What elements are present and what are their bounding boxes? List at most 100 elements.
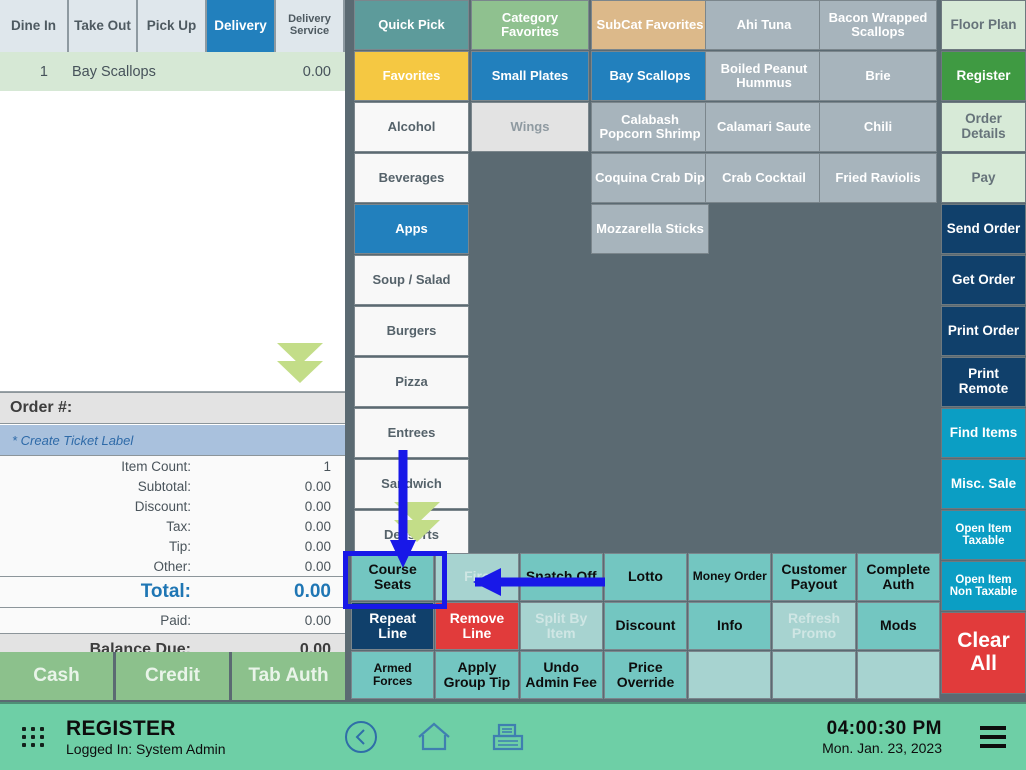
totals-label: Subtotal: bbox=[137, 478, 191, 494]
hamburger-menu-icon[interactable] bbox=[980, 726, 1026, 748]
order-panel: Dine In Take Out Pick Up Delivery Delive… bbox=[0, 0, 348, 700]
item-boiled-peanut-hummus[interactable]: Boiled Peanut Hummus bbox=[705, 51, 823, 101]
totals-value: 0.00 bbox=[304, 498, 331, 514]
item-bay-scallops[interactable]: Bay Scallops bbox=[591, 51, 709, 101]
item-fried-raviolis[interactable]: Fried Raviolis bbox=[819, 153, 937, 203]
send-order-button[interactable]: Send Order bbox=[941, 204, 1026, 254]
item-crab-cocktail[interactable]: Crab Cocktail bbox=[705, 153, 823, 203]
totals-row-item-count: Item Count: 1 bbox=[0, 456, 345, 476]
find-items-button[interactable]: Find Items bbox=[941, 408, 1026, 458]
double-chevron-down-icon[interactable] bbox=[277, 343, 323, 383]
action-sidebar: Floor Plan Register Order Details Pay Se… bbox=[941, 0, 1026, 700]
complete-auth-button[interactable]: Complete Auth bbox=[856, 553, 940, 601]
home-icon[interactable] bbox=[416, 720, 452, 754]
logged-in-label: Logged In: System Admin bbox=[66, 741, 226, 757]
lock-icon[interactable] bbox=[952, 720, 980, 754]
refresh-promo-button: Refresh Promo bbox=[772, 602, 856, 650]
function-row-3: Armed Forces Apply Group Tip Undo Admin … bbox=[351, 651, 940, 699]
item-calamari-saute[interactable]: Calamari Saute bbox=[705, 102, 823, 152]
money-order-button[interactable]: Money Order bbox=[688, 553, 772, 601]
category-beverages[interactable]: Beverages bbox=[354, 153, 469, 203]
category-quick-pick[interactable]: Quick Pick bbox=[354, 0, 469, 50]
total-label: Total: bbox=[140, 581, 191, 602]
cash-button[interactable]: Cash bbox=[0, 652, 116, 700]
get-order-button[interactable]: Get Order bbox=[941, 255, 1026, 305]
order-type-tab-take-out[interactable]: Take Out bbox=[69, 0, 138, 52]
totals-value: 0.00 bbox=[304, 478, 331, 494]
paid-value: 0.00 bbox=[304, 613, 331, 628]
order-line-price: 0.00 bbox=[302, 63, 331, 80]
price-override-button[interactable]: Price Override bbox=[603, 651, 688, 699]
function-row-2: Repeat Line Remove Line Split By Item Di… bbox=[351, 602, 940, 650]
lotto-button[interactable]: Lotto bbox=[603, 553, 688, 601]
repeat-line-button[interactable]: Repeat Line bbox=[351, 602, 435, 650]
category-alcohol[interactable]: Alcohol bbox=[354, 102, 469, 152]
discount-button[interactable]: Discount bbox=[603, 602, 688, 650]
create-ticket-label-button[interactable]: * Create Ticket Label bbox=[0, 425, 345, 456]
category-apps[interactable]: Apps bbox=[354, 204, 469, 254]
totals-label: Tip: bbox=[168, 538, 191, 554]
apply-group-tip-button[interactable]: Apply Group Tip bbox=[435, 651, 519, 699]
item-subcat-favorites[interactable]: SubCat Favorites bbox=[591, 0, 709, 50]
subcategory-column: Category Favorites Small Plates Wings bbox=[471, 0, 589, 153]
totals-row-tax: Tax: 0.00 bbox=[0, 516, 345, 536]
credit-button[interactable]: Credit bbox=[116, 652, 232, 700]
subcategory-category-favorites[interactable]: Category Favorites bbox=[471, 0, 589, 50]
pos-register-screen: Dine In Take Out Pick Up Delivery Delive… bbox=[0, 0, 1026, 770]
mods-button[interactable]: Mods bbox=[856, 602, 940, 650]
category-pizza[interactable]: Pizza bbox=[354, 357, 469, 407]
payment-buttons: Cash Credit Tab Auth bbox=[0, 652, 345, 700]
current-date: Mon. Jan. 23, 2023 bbox=[822, 740, 942, 756]
paid-label: Paid: bbox=[160, 613, 191, 628]
order-number-label: Order #: bbox=[0, 392, 345, 424]
remove-line-button[interactable]: Remove Line bbox=[435, 602, 519, 650]
item-column-1: SubCat Favorites Bay Scallops Calabash P… bbox=[591, 0, 709, 255]
subcategory-small-plates[interactable]: Small Plates bbox=[471, 51, 589, 101]
open-item-non-taxable-button[interactable]: Open Item Non Taxable bbox=[941, 561, 1026, 611]
category-burgers[interactable]: Burgers bbox=[354, 306, 469, 356]
category-soup-salad[interactable]: Soup / Salad bbox=[354, 255, 469, 305]
order-details-button[interactable]: Order Details bbox=[941, 102, 1026, 152]
totals-row-discount: Discount: 0.00 bbox=[0, 496, 345, 516]
tab-auth-button[interactable]: Tab Auth bbox=[232, 652, 345, 700]
order-type-tab-delivery-service[interactable]: Delivery Service bbox=[276, 0, 345, 52]
split-by-item-button: Split By Item bbox=[519, 602, 603, 650]
order-totals: Item Count: 1 Subtotal: 0.00 Discount: 0… bbox=[0, 456, 345, 666]
order-type-tab-delivery[interactable]: Delivery bbox=[207, 0, 276, 52]
status-bar: REGISTER Logged In: System Admin 04:00:3… bbox=[0, 702, 1026, 770]
undo-admin-fee-button[interactable]: Undo Admin Fee bbox=[519, 651, 603, 699]
info-button[interactable]: Info bbox=[688, 602, 772, 650]
item-coquina-crab-dip[interactable]: Coquina Crab Dip bbox=[591, 153, 709, 203]
item-calabash-popcorn-shrimp[interactable]: Calabash Popcorn Shrimp bbox=[591, 102, 709, 152]
subcategory-wings[interactable]: Wings bbox=[471, 102, 589, 152]
pay-button[interactable]: Pay bbox=[941, 153, 1026, 203]
item-bacon-wrapped-scallops[interactable]: Bacon Wrapped Scallops bbox=[819, 0, 937, 50]
empty-slot-3 bbox=[856, 651, 940, 699]
order-line-item[interactable]: 1 Bay Scallops 0.00 bbox=[0, 52, 345, 92]
clear-all-button[interactable]: Clear All bbox=[941, 612, 1026, 694]
armed-forces-button[interactable]: Armed Forces bbox=[351, 651, 435, 699]
item-mozzarella-sticks[interactable]: Mozzarella Sticks bbox=[591, 204, 709, 254]
floor-plan-button[interactable]: Floor Plan bbox=[941, 0, 1026, 50]
print-order-button[interactable]: Print Order bbox=[941, 306, 1026, 356]
back-circle-icon[interactable] bbox=[344, 720, 378, 754]
item-column-3: Bacon Wrapped Scallops Brie Chili Fried … bbox=[819, 0, 937, 204]
order-line-name: Bay Scallops bbox=[72, 63, 156, 80]
totals-row-tip: Tip: 0.00 bbox=[0, 536, 345, 556]
print-remote-button[interactable]: Print Remote bbox=[941, 357, 1026, 407]
item-column-2: Ahi Tuna Boiled Peanut Hummus Calamari S… bbox=[705, 0, 823, 204]
category-favorites[interactable]: Favorites bbox=[354, 51, 469, 101]
totals-row-paid: Paid: 0.00 bbox=[0, 608, 345, 634]
order-type-tab-pick-up[interactable]: Pick Up bbox=[138, 0, 207, 52]
item-brie[interactable]: Brie bbox=[819, 51, 937, 101]
order-line-list[interactable]: 1 Bay Scallops 0.00 bbox=[0, 52, 345, 392]
customer-payout-button[interactable]: Customer Payout bbox=[772, 553, 856, 601]
order-type-tab-dine-in[interactable]: Dine In bbox=[0, 0, 69, 52]
misc-sale-button[interactable]: Misc. Sale bbox=[941, 459, 1026, 509]
cash-register-icon[interactable] bbox=[490, 720, 526, 754]
register-button[interactable]: Register bbox=[941, 51, 1026, 101]
item-ahi-tuna[interactable]: Ahi Tuna bbox=[705, 0, 823, 50]
app-grid-icon[interactable] bbox=[0, 727, 66, 747]
open-item-taxable-button[interactable]: Open Item Taxable bbox=[941, 510, 1026, 560]
item-chili[interactable]: Chili bbox=[819, 102, 937, 152]
